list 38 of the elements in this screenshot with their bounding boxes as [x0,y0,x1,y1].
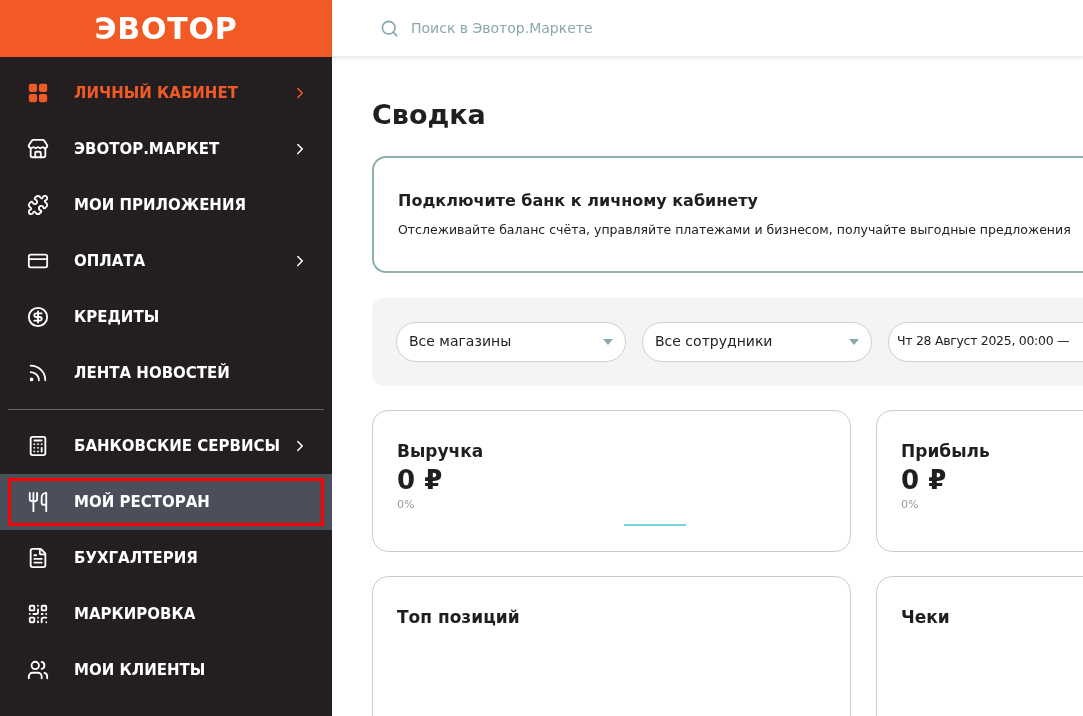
dropdown-arrow-icon [603,338,613,345]
dropdown-field[interactable]: Все магазины [396,321,626,362]
metric-title: Выручка [397,439,485,463]
metric-value: 0 ₽ [901,464,948,497]
feed-icon [27,362,49,384]
page-title: Сводка [372,98,487,132]
banner-text: Отслеживайте баланс счёта, управляйте платежами и бизнесом, получайте выгодные предложения [398,220,1072,239]
metric-title: Прибыль [901,439,991,463]
nav-item[interactable]: БУХГАЛТЕРИЯ [8,534,324,582]
metric-change: 0% [397,496,416,513]
date-field[interactable]: Чт 28 Август 2025, 00:00 — [888,321,1083,362]
panel-title: Топ позиций [397,606,520,627]
nav-item[interactable]: ЭВОТОР.МАРКЕТ [8,125,324,173]
metric-value: 0 ₽ [397,464,444,497]
dropdown-field[interactable]: Все сотрудники [642,321,872,362]
cutlery-icon [27,491,49,513]
people-icon [27,659,49,681]
search-field[interactable]: Поиск в Эвотор.Маркете [411,18,711,38]
metric-change: 0% [901,496,920,513]
code-pattern-icon [27,603,49,625]
dropdown-arrow-icon [849,338,859,345]
panel-title: Чеки [901,606,950,627]
nav-item[interactable]: КРЕДИТЫ [8,293,324,341]
nav-item[interactable]: МАРКИРОВКА [8,590,324,638]
grid-icon [27,82,49,104]
puzzle-icon [27,194,49,216]
search-icon [380,18,399,38]
storefront-icon [27,138,49,160]
nav-item[interactable]: ОПЛАТА [8,237,324,285]
sparkline [624,523,686,526]
banner-title: Подключите банк к личному кабинету [398,189,759,212]
nav-item[interactable]: МОИ ПРИЛОЖЕНИЯ [8,181,324,229]
nav-item[interactable]: МОЙ РЕСТОРАН [8,478,324,526]
nav-item[interactable]: ЛИЧНЫЙ КАБИНЕТ [8,69,324,117]
nav-item[interactable]: ЛЕНТА НОВОСТЕЙ [8,349,324,397]
document-icon [27,547,49,569]
nav-item[interactable]: МОИ КЛИЕНТЫ [8,646,324,694]
nav-item[interactable]: БАНКОВСКИЕ СЕРВИСЫ [8,422,324,470]
